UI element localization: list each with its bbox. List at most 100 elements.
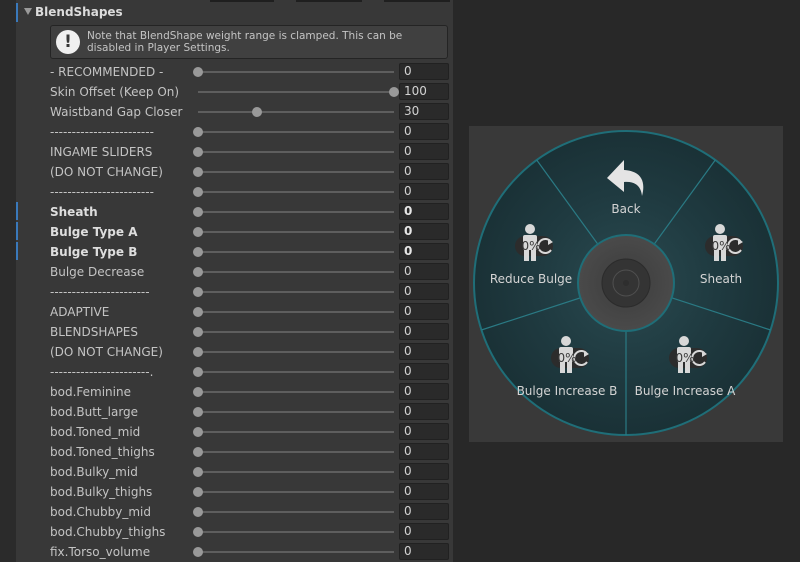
- slider-track[interactable]: [198, 131, 394, 133]
- blendshape-label: INGAME SLIDERS: [50, 145, 153, 159]
- blendshape-row: bod.Chubby_thighs 0: [16, 522, 453, 542]
- slider-handle[interactable]: [193, 267, 203, 277]
- value-field[interactable]: 0: [399, 503, 449, 520]
- slider-track[interactable]: [198, 151, 394, 153]
- slider-handle[interactable]: [193, 247, 203, 257]
- slider-handle[interactable]: [193, 67, 203, 77]
- toolbar-tab[interactable]: [296, 0, 362, 2]
- slider-handle[interactable]: [193, 187, 203, 197]
- slider-track[interactable]: [198, 271, 394, 273]
- slider-track[interactable]: [198, 331, 394, 333]
- blendshape-row: Waistband Gap Closer 30: [16, 102, 453, 122]
- blendshape-row: bod.Butt_large 0: [16, 402, 453, 422]
- slider-track[interactable]: [198, 471, 394, 473]
- foldout-arrow-icon[interactable]: [24, 8, 32, 15]
- blendshape-label: bod.Chubby_thighs: [50, 525, 166, 539]
- blendshape-label: -----------------------.: [50, 365, 154, 379]
- value-field[interactable]: 0: [399, 343, 449, 360]
- slider-handle[interactable]: [251, 107, 262, 117]
- slider-track[interactable]: [198, 291, 394, 293]
- toolbar-tab[interactable]: [210, 0, 274, 2]
- value-field[interactable]: 0: [399, 483, 449, 500]
- value-field[interactable]: 0: [399, 303, 449, 320]
- value-field[interactable]: 0: [399, 203, 449, 220]
- slider-handle[interactable]: [193, 387, 203, 397]
- blendshape-row: Sheath 0: [16, 202, 453, 222]
- slider-track[interactable]: [198, 411, 394, 413]
- value-field[interactable]: 0: [399, 223, 449, 240]
- slider-track[interactable]: [198, 431, 394, 433]
- slider-track[interactable]: [198, 251, 394, 253]
- blendshape-row: BLENDSHAPES 0: [16, 322, 453, 342]
- value-field[interactable]: 30: [399, 103, 449, 120]
- value-field[interactable]: 0: [399, 463, 449, 480]
- slider-handle[interactable]: [193, 507, 203, 517]
- slider-handle[interactable]: [193, 487, 203, 497]
- value-field[interactable]: 0: [399, 423, 449, 440]
- slider-track[interactable]: [198, 451, 394, 453]
- slider-track[interactable]: [198, 171, 394, 173]
- blendshape-label: -----------------------: [50, 285, 150, 299]
- slider-track[interactable]: [198, 531, 394, 533]
- blendshape-label: BLENDSHAPES: [50, 325, 139, 339]
- value-field[interactable]: 0: [399, 263, 449, 280]
- value-field[interactable]: 0: [399, 523, 449, 540]
- value-field[interactable]: 100: [399, 83, 449, 100]
- slider-track[interactable]: [198, 71, 394, 73]
- slider-handle[interactable]: [193, 447, 203, 457]
- section-title: BlendShapes: [35, 5, 123, 19]
- slider-track[interactable]: [198, 511, 394, 513]
- value-field[interactable]: 0: [399, 163, 449, 180]
- slider-handle[interactable]: [193, 127, 203, 137]
- slider-track[interactable]: [198, 491, 394, 493]
- slider-handle[interactable]: [193, 467, 203, 477]
- slider-track[interactable]: [198, 111, 394, 113]
- slider-handle[interactable]: [193, 147, 203, 157]
- slider-handle[interactable]: [193, 167, 203, 177]
- value-field[interactable]: 0: [399, 363, 449, 380]
- slider-handle[interactable]: [193, 207, 203, 217]
- blendshapes-foldout[interactable]: BlendShapes: [16, 3, 453, 22]
- slider-handle[interactable]: [193, 307, 203, 317]
- slider-track[interactable]: [198, 391, 394, 393]
- slider-handle[interactable]: [193, 227, 203, 237]
- value-field[interactable]: 0: [399, 543, 449, 560]
- slider-track[interactable]: [198, 371, 394, 373]
- slider-handle[interactable]: [193, 287, 203, 297]
- slider-track[interactable]: [198, 311, 394, 313]
- slider-track[interactable]: [198, 351, 394, 353]
- value-field[interactable]: 0: [399, 123, 449, 140]
- value-field[interactable]: 0: [399, 383, 449, 400]
- slider-track[interactable]: [198, 91, 394, 93]
- inspector-panel: BlendShapes ! Note that BlendShape weigh…: [0, 0, 453, 562]
- blendshape-label: (DO NOT CHANGE): [50, 345, 163, 359]
- value-field[interactable]: 0: [399, 243, 449, 260]
- slider-track[interactable]: [198, 211, 394, 213]
- value-field[interactable]: 0: [399, 283, 449, 300]
- exclamation-icon: !: [56, 30, 80, 54]
- slider-handle[interactable]: [193, 547, 203, 557]
- slider-handle[interactable]: [193, 407, 203, 417]
- value-field[interactable]: 0: [399, 143, 449, 160]
- slider-handle[interactable]: [193, 347, 203, 357]
- slider-track[interactable]: [198, 191, 394, 193]
- blendshape-row: ----------------------- 0: [16, 282, 453, 302]
- value-field[interactable]: 0: [399, 183, 449, 200]
- value-field[interactable]: 0: [399, 443, 449, 460]
- slider-handle[interactable]: [193, 367, 203, 377]
- value-field[interactable]: 0: [399, 323, 449, 340]
- slider-handle[interactable]: [193, 427, 203, 437]
- slider-track[interactable]: [198, 551, 394, 553]
- blendshape-row: INGAME SLIDERS 0: [16, 142, 453, 162]
- blendshape-label: Waistband Gap Closer: [50, 105, 183, 119]
- slider-handle[interactable]: [193, 527, 203, 537]
- slider-track[interactable]: [198, 231, 394, 233]
- blendshape-row: ------------------------ 0: [16, 182, 453, 202]
- toolbar-tab[interactable]: [384, 0, 450, 2]
- slider-handle[interactable]: [193, 327, 203, 337]
- slider-handle[interactable]: [389, 87, 399, 97]
- blendshape-row: ------------------------ 0: [16, 122, 453, 142]
- menu-item-label: Bulge Increase A: [635, 384, 737, 398]
- value-field[interactable]: 0: [399, 63, 449, 80]
- value-field[interactable]: 0: [399, 403, 449, 420]
